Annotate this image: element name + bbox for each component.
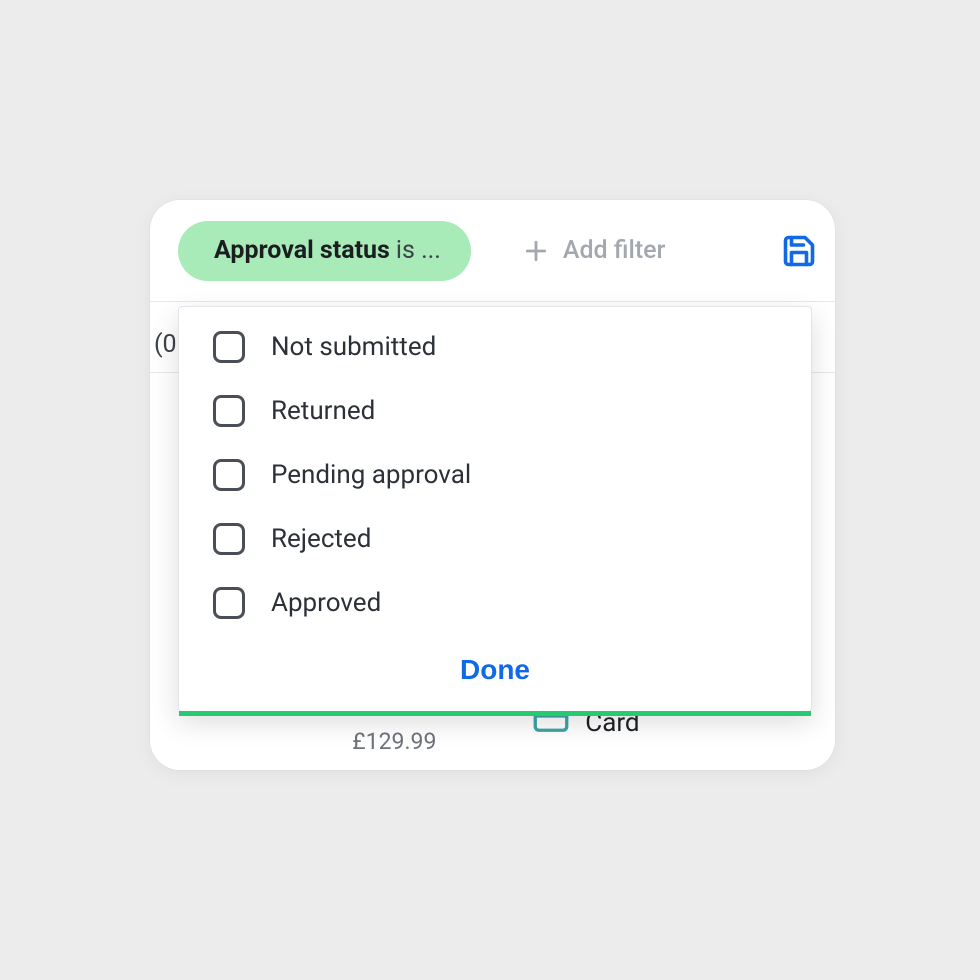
option-label: Not submitted [271,332,436,362]
option-returned[interactable]: Returned [179,379,811,443]
dropdown-footer: Done [179,635,811,711]
option-label: Rejected [271,524,371,554]
option-label: Pending approval [271,460,471,490]
option-rejected[interactable]: Rejected [179,507,811,571]
filter-toolbar: Approval status is ... Add filter S [150,200,835,302]
done-button[interactable]: Done [454,653,536,687]
chip-label-light: is ... [396,236,441,265]
checkbox[interactable] [213,331,245,363]
option-label: Approved [271,588,381,618]
checkbox[interactable] [213,459,245,491]
option-pending-approval[interactable]: Pending approval [179,443,811,507]
checkbox[interactable] [213,587,245,619]
filter-dropdown: Not submitted Returned Pending approval … [178,306,812,712]
option-approved[interactable]: Approved [179,571,811,635]
checkbox[interactable] [213,523,245,555]
save-icon[interactable] [781,233,817,269]
filter-chip-approval-status[interactable]: Approval status is ... [178,221,471,281]
plus-icon [523,238,549,264]
checkbox[interactable] [213,395,245,427]
amount-sub: £129.99 [345,728,443,755]
option-not-submitted[interactable]: Not submitted [179,307,811,379]
option-label: Returned [271,396,375,426]
add-filter-label: Add filter [563,236,666,265]
result-count: (0 [150,330,177,359]
add-filter-button[interactable]: Add filter [523,236,666,265]
chip-label-strong: Approval status [214,236,390,265]
